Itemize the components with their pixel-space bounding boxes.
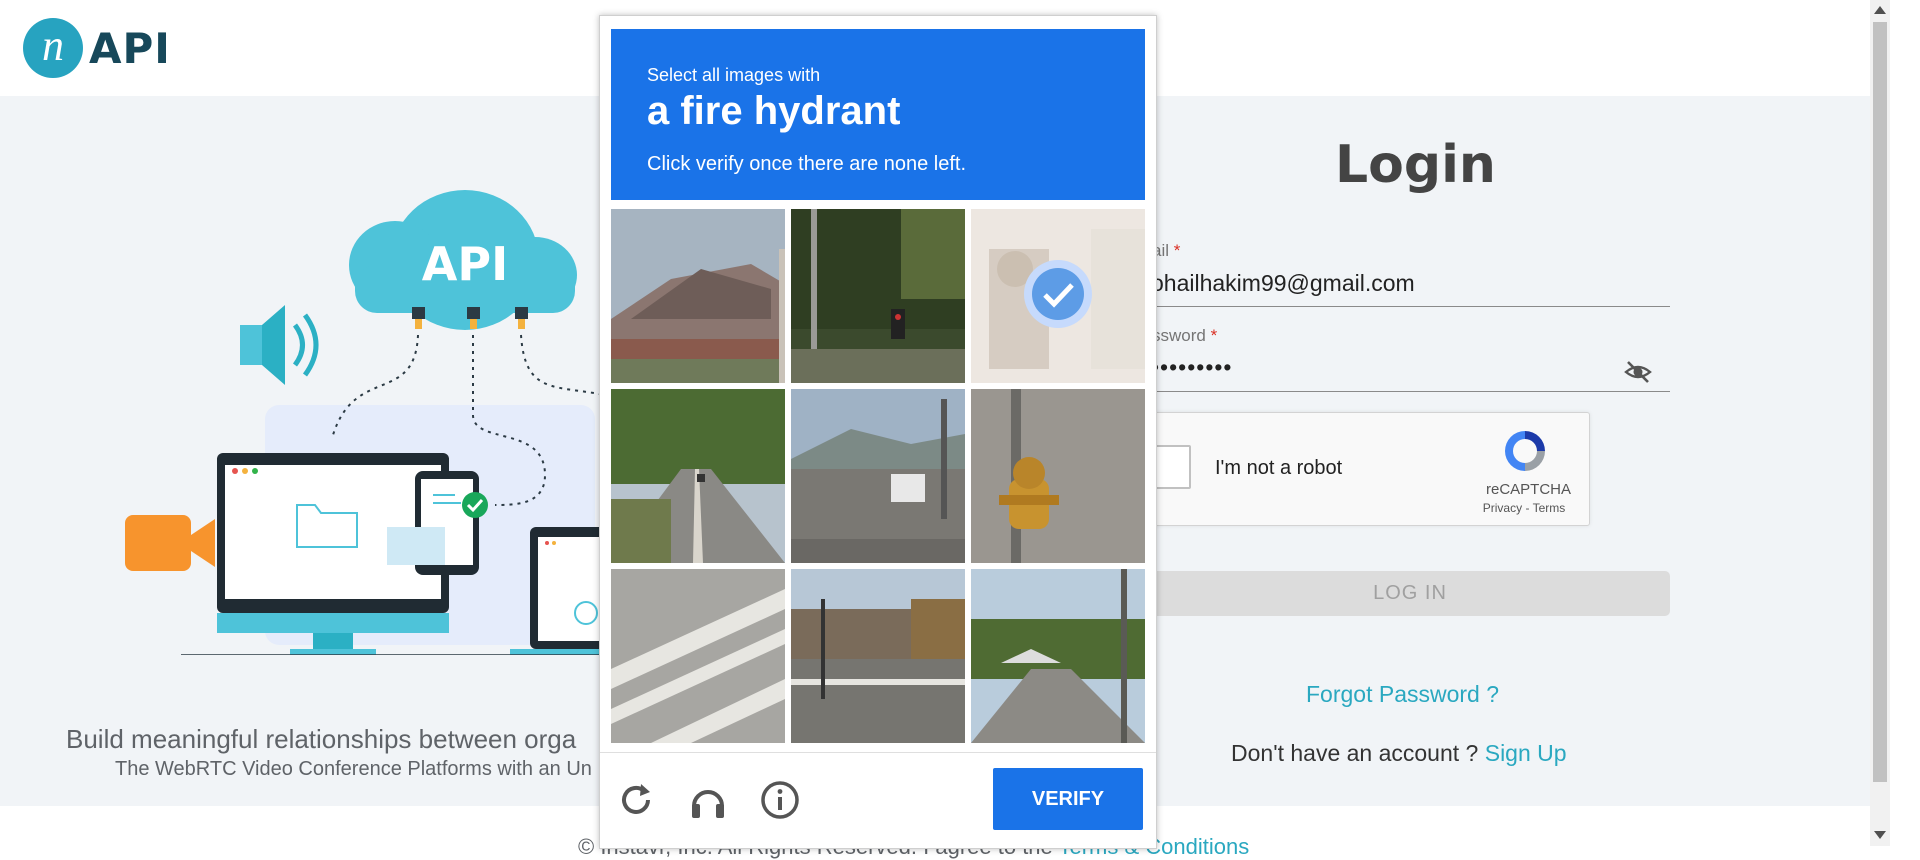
scroll-down-arrow-icon[interactable] [1872, 828, 1888, 842]
captcha-tile-5[interactable] [791, 389, 965, 563]
recaptcha-label: I'm not a robot [1215, 457, 1343, 479]
captcha-tile-4[interactable] [611, 389, 785, 563]
terms-link[interactable]: Terms [1533, 501, 1566, 515]
password-label: ssword * [1152, 326, 1218, 345]
captcha-tile-8[interactable] [791, 569, 965, 743]
recaptcha-brand: reCAPTCHA [1486, 481, 1572, 498]
logo-text: API [89, 23, 171, 73]
captcha-target: a fire hydrant [647, 89, 901, 133]
password-underline [1150, 391, 1670, 392]
signup-row: Don't have an account ? Sign Up [1231, 740, 1567, 766]
right-gutter [1890, 0, 1920, 846]
camera-icon [125, 515, 215, 571]
email-underline [1150, 306, 1670, 307]
forgot-password-link[interactable]: Forgot Password ? [1306, 681, 1499, 708]
password-field[interactable]: ••••••••• [1151, 354, 1232, 381]
login-title: Login [1335, 135, 1496, 195]
speaker-icon [240, 305, 319, 385]
captcha-tile-9[interactable] [971, 569, 1145, 743]
captcha-tile-1[interactable] [611, 209, 785, 383]
cloud-label: API [422, 237, 508, 291]
scroll-up-arrow-icon[interactable] [1872, 3, 1888, 17]
scrollbar-thumb[interactable] [1873, 22, 1887, 782]
eye-off-icon[interactable] [1623, 357, 1653, 387]
recaptcha-terms: Privacy - Terms [1482, 501, 1566, 515]
email-field[interactable]: ohailhakim99@gmail.com [1151, 270, 1415, 297]
captcha-subinstruction: Click verify once there are none left. [647, 153, 967, 175]
captcha-tile-2[interactable] [791, 209, 965, 383]
selected-check-icon [1024, 260, 1092, 328]
captcha-tile-3[interactable] [971, 209, 1145, 383]
info-icon[interactable] [758, 778, 802, 822]
tagline-primary: Build meaningful relationships between o… [66, 724, 577, 754]
logo[interactable]: n API [23, 18, 171, 78]
captcha-challenge-dialog: Select all images with a fire hydrant Cl… [599, 15, 1157, 849]
logo-badge: n [23, 18, 83, 78]
captcha-instruction: Select all images with [647, 65, 821, 85]
reload-icon[interactable] [614, 778, 658, 822]
captcha-tile-6[interactable] [971, 389, 1145, 563]
captcha-footer-divider [600, 752, 1156, 753]
audio-icon[interactable] [686, 778, 730, 822]
signup-link[interactable]: Sign Up [1485, 740, 1567, 766]
tagline-secondary: The WebRTC Video Conference Platforms wi… [115, 758, 592, 780]
recaptcha-widget: I'm not a robot reCAPTCHA Privacy - Term… [1140, 412, 1590, 526]
conference-illustration: API [125, 190, 605, 655]
verify-button[interactable]: VERIFY [993, 768, 1143, 830]
captcha-header: Select all images with a fire hydrant Cl… [611, 29, 1145, 200]
recaptcha-logo-icon [1505, 431, 1545, 471]
login-button[interactable]: LOG IN [1150, 571, 1670, 616]
captcha-tile-7[interactable] [611, 569, 785, 743]
privacy-link[interactable]: Privacy [1483, 501, 1522, 515]
